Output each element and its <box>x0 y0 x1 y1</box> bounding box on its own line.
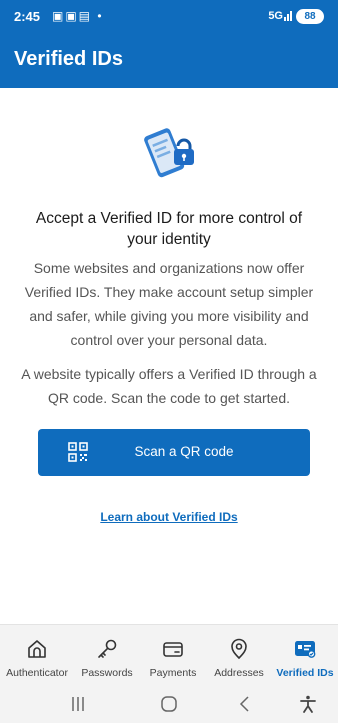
heading: Accept a Verified ID for more control of… <box>35 210 303 248</box>
nav-label-payments: Payments <box>149 667 197 679</box>
recent-apps-button[interactable] <box>48 684 108 723</box>
nav-item-verified-ids[interactable]: Verified IDs <box>272 625 338 685</box>
description-qr: A website typically offers a Verified ID… <box>21 366 317 406</box>
accessibility-icon <box>300 695 316 713</box>
scan-qr-code-button[interactable]: Scan a QR code <box>38 429 310 476</box>
home-button[interactable] <box>139 684 199 723</box>
nav-item-addresses[interactable]: Addresses <box>206 625 272 685</box>
nav-label-verified-ids: Verified IDs <box>276 667 334 679</box>
system-nav-bar <box>0 684 338 723</box>
battery-icon: 88 <box>296 9 324 24</box>
nav-item-payments[interactable]: Payments <box>140 625 206 685</box>
key-icon <box>98 639 117 658</box>
location-pin-icon <box>231 638 247 660</box>
nav-item-authenticator[interactable]: Authenticator <box>0 625 74 685</box>
authenticator-icon <box>28 640 46 658</box>
back-icon <box>239 696 249 712</box>
accessibility-button[interactable] <box>278 684 338 723</box>
nav-label-passwords: Passwords <box>81 667 133 679</box>
status-bar: 2:45 ▣▣▤ • 5G 88 <box>0 0 338 34</box>
notification-icons: ▣▣▤ • <box>52 9 104 23</box>
card-icon <box>163 642 183 657</box>
home-icon <box>161 696 177 712</box>
network-type: 5G <box>268 10 283 22</box>
learn-about-verified-ids-link[interactable]: Learn about Verified IDs <box>0 510 338 524</box>
nav-label-addresses: Addresses <box>214 667 264 679</box>
verified-id-icon <box>295 641 316 658</box>
bottom-nav: Authenticator Passwords Payments Address… <box>0 624 338 685</box>
description: Some websites and organizations now offe… <box>24 260 314 348</box>
page-title: Verified IDs <box>14 48 123 70</box>
scan-qr-code-label: Scan a QR code <box>134 444 234 459</box>
nav-item-passwords[interactable]: Passwords <box>74 625 140 685</box>
app-bar: Verified IDs <box>0 34 338 88</box>
recent-apps-icon <box>72 697 84 711</box>
signal-icon <box>284 11 292 21</box>
nav-label-authenticator: Authenticator <box>6 667 68 679</box>
phone-lock-illustration-icon <box>144 128 194 178</box>
status-time: 2:45 <box>14 9 41 24</box>
back-button[interactable] <box>215 684 275 723</box>
